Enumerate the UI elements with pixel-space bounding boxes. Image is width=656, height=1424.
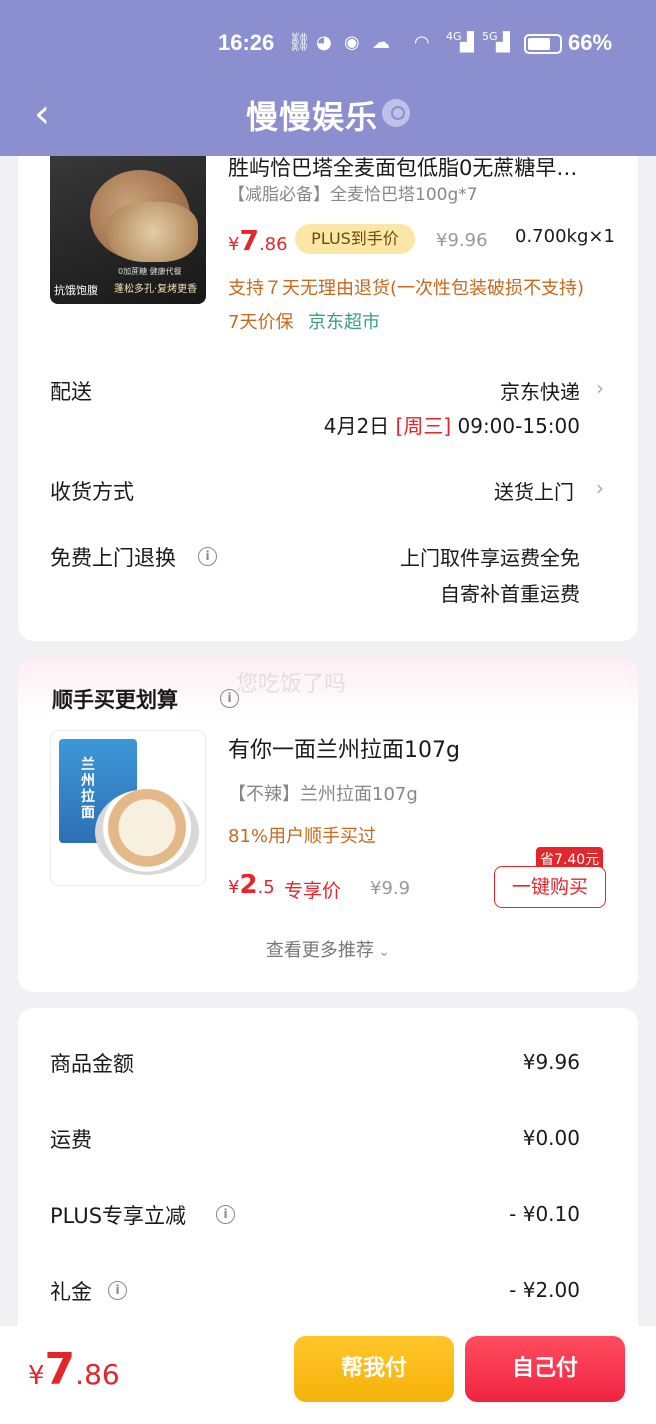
pay-myself-button[interactable]: 自己付 — [465, 1336, 625, 1402]
wechat-icon: ☁ — [372, 32, 390, 53]
price-summary-card: 商品金额 ¥9.96 运费 ¥0.00 PLUS专享立减 i - ¥0.10 礼… — [18, 1008, 638, 1348]
top-bar: 16:26 ⛓ ◕ ◉ ☁ ◠ 4G ▟ 5G ▟ 66% ‹ 慢慢娱乐 — [0, 0, 656, 156]
noodle-bowl-graphic — [95, 789, 199, 875]
gift-money-info-icon[interactable]: i — [108, 1279, 127, 1300]
audio-icon: ◉ — [344, 32, 360, 53]
total-price-symbol: ¥ — [28, 1361, 45, 1391]
free-return-label: 免费上门退换 — [50, 546, 176, 570]
receive-chevron-icon[interactable]: › — [596, 476, 604, 500]
delivery-label: 配送 — [50, 380, 92, 404]
upsell-price-int: 2 — [239, 870, 258, 900]
see-more-label: 查看更多推荐 — [265, 940, 374, 961]
chevron-down-icon: ⌄ — [373, 944, 391, 960]
page-title: 慢慢娱乐 — [246, 98, 379, 136]
bread-slice-graphic — [108, 202, 198, 262]
product-original-price: ¥9.96 — [436, 230, 488, 251]
delivery-time[interactable]: 4月2日 [周三] 09:00-15:00 — [324, 410, 580, 439]
delivery-chevron-icon[interactable]: › — [596, 376, 604, 400]
one-click-buy-button[interactable]: 一键购买 — [494, 866, 606, 908]
status-time: 16:26 — [218, 30, 275, 55]
order-item-card: 0加蔗糖 健康代餐 抗饿饱腹 蓬松多孔·复烤更香 胜屿恰巴塔全麦面包低脂0无蔗糖… — [18, 120, 638, 641]
status-bar: 16:26 ⛓ ◕ ◉ ☁ ◠ 4G ▟ 5G ▟ 66% — [0, 26, 656, 66]
upsell-card: 您吃饭了吗 顺手买更划算 i 兰州拉面 有你一面兰州拉面107g 【不辣】兰州拉… — [18, 658, 638, 992]
receive-method-label: 收货方式 — [50, 480, 134, 504]
upsell-social-proof: 81%用户顺手买过 — [228, 826, 377, 847]
free-return-info-icon[interactable]: i — [198, 545, 217, 566]
goods-amount-value: ¥9.96 — [522, 1050, 580, 1074]
product-price: ¥7.86 — [228, 224, 288, 257]
upsell-info-icon[interactable]: i — [220, 687, 239, 708]
back-icon[interactable]: ‹ — [34, 94, 62, 134]
link-icon: ⛓ — [288, 32, 311, 53]
upsell-price-dec: .5 — [257, 877, 275, 898]
total-price-int: 7 — [44, 1344, 76, 1395]
upsell-item-spec: 【不辣】兰州拉面107g — [228, 784, 418, 805]
upsell-item-title[interactable]: 有你一面兰州拉面107g — [228, 732, 460, 764]
store-name[interactable]: 京东超市 — [308, 308, 380, 334]
price-protect: 7天价保 — [228, 312, 294, 333]
product-image-slogan: 蓬松多孔·复烤更香 — [114, 284, 198, 295]
product-price-dec: .86 — [258, 234, 288, 255]
noodle-pack-label: 兰州拉面 — [81, 757, 95, 821]
total-price-dec: .86 — [75, 1358, 120, 1391]
delivery-time-slot: 09:00-15:00 — [451, 414, 580, 438]
shipping-value: ¥0.00 — [522, 1126, 580, 1150]
battery-icon — [524, 34, 562, 54]
signal-icon-2: ▟ — [496, 32, 510, 53]
upsell-price-symbol: ¥ — [228, 877, 240, 898]
upsell-price-label: 专享价 — [284, 880, 342, 902]
plus-discount-info-icon[interactable]: i — [216, 1203, 235, 1224]
checkout-bar: ¥7.86 帮我付 自己付 — [0, 1326, 656, 1424]
receive-method-value[interactable]: 送货上门 — [494, 476, 574, 505]
product-spec: 【减脂必备】全麦恰巴塔100g*7 — [228, 185, 478, 205]
total-price: ¥7.86 — [28, 1344, 120, 1395]
product-image-label: 抗饿饱腹 — [54, 284, 98, 297]
plus-discount-label: PLUS专享立减 — [50, 1204, 187, 1228]
product-price-symbol: ¥ — [228, 234, 240, 255]
upsell-price: ¥2.5 — [228, 870, 275, 900]
gift-money-label: 礼金 — [50, 1280, 92, 1304]
help-me-pay-button[interactable]: 帮我付 — [294, 1336, 454, 1402]
free-return-line2: 自寄补首重运费 — [440, 582, 580, 606]
product-title[interactable]: 胜屿恰巴塔全麦面包低脂0无蔗糖早… — [228, 152, 608, 182]
upsell-title: 顺手买更划算 — [52, 688, 178, 712]
product-price-int: 7 — [239, 224, 259, 257]
product-weight-qty: 0.700kg×1 — [515, 226, 615, 247]
shipping-label: 运费 — [50, 1128, 92, 1152]
delivery-date: 4月2日 — [323, 414, 396, 438]
wifi-icon: ◠ — [414, 32, 430, 53]
goods-amount-label: 商品金额 — [50, 1052, 134, 1076]
plus-price-badge: PLUS到手价 — [295, 224, 415, 254]
product-image[interactable]: 0加蔗糖 健康代餐 抗饿饱腹 蓬松多孔·复烤更香 — [50, 140, 206, 304]
battery-percent: 66% — [568, 30, 613, 55]
delivery-weekday: [周三] — [395, 414, 452, 438]
upsell-original-price: ¥9.9 — [370, 878, 411, 899]
watermark-text: 您吃饭了吗 — [236, 672, 347, 697]
upsell-product-image[interactable]: 兰州拉面 — [50, 730, 206, 886]
plus-discount-value: - ¥0.10 — [509, 1202, 580, 1226]
signal-icon-1: ▟ — [460, 32, 474, 53]
return-policy: 支持７天无理由退货(一次性包装破损不支持) — [228, 278, 585, 299]
product-image-caption: 0加蔗糖 健康代餐 — [118, 267, 182, 276]
location-icon[interactable] — [382, 99, 410, 127]
free-return-line1: 上门取件享运费全免 — [400, 546, 580, 570]
delivery-carrier[interactable]: 京东快递 — [500, 376, 580, 405]
see-more-link[interactable]: 查看更多推荐 ⌄ — [18, 936, 638, 962]
gift-money-value: - ¥2.00 — [509, 1278, 580, 1302]
qq-icon: ◕ — [316, 32, 332, 53]
